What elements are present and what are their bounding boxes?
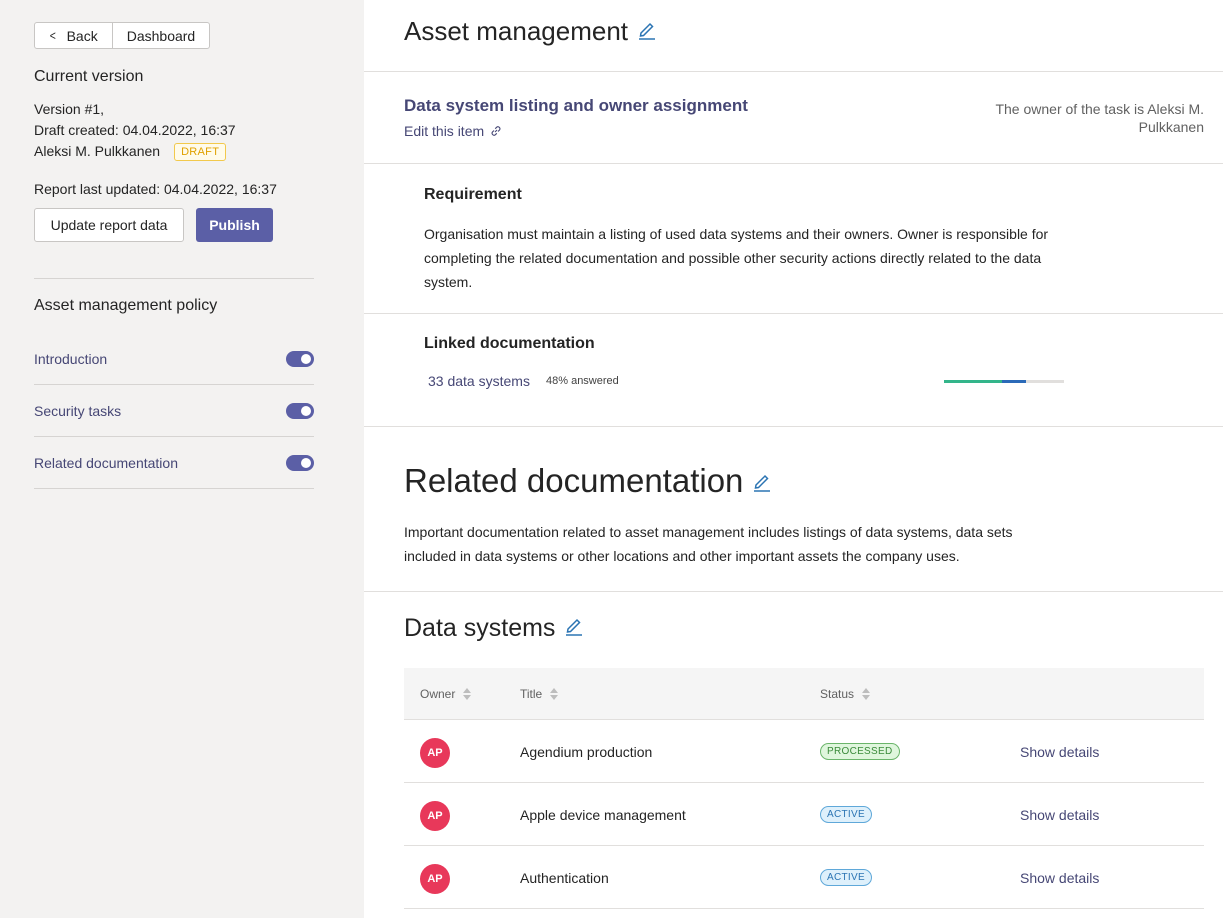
sidebar-divider (34, 278, 314, 279)
progress-answered-segment (944, 380, 1002, 383)
policy-item-security-tasks: Security tasks (34, 385, 314, 437)
show-details-link[interactable]: Show details (1020, 744, 1099, 760)
task-title[interactable]: Data system listing and owner assignment (404, 96, 748, 116)
related-documentation-heading: Related documentation (404, 462, 771, 500)
table-row: AP Authentication ACTIVE Show details (404, 846, 1204, 909)
column-owner-label: Owner (420, 686, 456, 701)
security-tasks-toggle[interactable] (286, 402, 314, 419)
draft-badge: DRAFT (174, 143, 227, 161)
edit-pencil-icon[interactable] (638, 16, 656, 47)
report-updated: Report last updated: 04.04.2022, 16:37 (34, 181, 277, 197)
column-owner[interactable]: Owner (420, 686, 472, 701)
page-title: Asset management (404, 16, 656, 47)
linked-documentation-title: Linked documentation (424, 335, 595, 352)
version-author: Aleksi M. Pulkkanen (34, 143, 161, 159)
related-documentation-text: Important documentation related to asset… (404, 524, 1013, 564)
row-title: Authentication (520, 870, 609, 886)
row-title: Apple device management (520, 807, 686, 823)
toggle-knob (301, 353, 311, 364)
sort-icon (463, 687, 472, 700)
publish-button[interactable]: Publish (196, 208, 273, 242)
divider (364, 163, 1223, 164)
back-button[interactable]: < Back (35, 23, 112, 48)
avatar: AP (420, 864, 450, 894)
current-version-title: Current version (34, 68, 144, 85)
dashboard-button[interactable]: Dashboard (111, 23, 210, 48)
column-title[interactable]: Title (520, 686, 559, 701)
divider (364, 591, 1223, 592)
version-author-row: Aleksi M. Pulkkanen DRAFT (34, 143, 227, 161)
related-documentation-title: Related documentation (404, 462, 744, 499)
progress-secondary-segment (1001, 380, 1026, 383)
column-status-label: Status (820, 686, 855, 701)
policy-title: Asset management policy (34, 297, 218, 314)
policy-item-introduction: Introduction (34, 333, 314, 385)
requirement-title: Requirement (424, 186, 522, 203)
page-title-text: Asset management (404, 16, 629, 46)
edit-pencil-icon[interactable] (753, 462, 771, 500)
policy-item-label[interactable]: Introduction (34, 351, 107, 367)
sort-icon (550, 687, 559, 700)
row-title: Agendium production (520, 744, 653, 760)
policy-item-label[interactable]: Security tasks (34, 403, 121, 419)
answered-percentage: 48% answered (546, 375, 619, 387)
link-icon (490, 125, 502, 137)
table-row: AP Apple device management ACTIVE Show d… (404, 783, 1204, 846)
show-details-link[interactable]: Show details (1020, 870, 1099, 886)
column-status[interactable]: Status (820, 686, 871, 701)
status-badge: ACTIVE (820, 869, 872, 886)
column-title-label: Title (520, 686, 543, 701)
data-systems-heading: Data systems (404, 614, 583, 643)
chevron-left-icon: < (49, 28, 56, 43)
back-label: Back (66, 27, 98, 44)
toggle-knob (301, 405, 311, 416)
status-badge: ACTIVE (820, 806, 872, 823)
requirement-text: Organisation must maintain a listing of … (424, 226, 1049, 290)
edit-item-label: Edit this item (404, 123, 485, 139)
sort-icon (862, 687, 871, 700)
avatar: AP (420, 801, 450, 831)
data-systems-table: Owner Title Status AP Agendium productio… (404, 668, 1204, 909)
answered-progress-bar (944, 380, 1064, 383)
edit-pencil-icon[interactable] (565, 614, 583, 643)
divider (364, 426, 1223, 427)
status-badge: PROCESSED (820, 743, 900, 760)
toggle-knob (301, 457, 311, 468)
update-report-button[interactable]: Update report data (34, 208, 184, 242)
task-owner-note: The owner of the task is Aleksi M. Pulkk… (995, 101, 1204, 135)
data-systems-title: Data systems (404, 614, 556, 642)
related-documentation-toggle[interactable] (286, 454, 314, 471)
nav-button-group: < Back Dashboard (34, 22, 211, 49)
policy-item-label[interactable]: Related documentation (34, 455, 178, 471)
edit-item-link[interactable]: Edit this item (404, 123, 502, 139)
divider (364, 313, 1223, 314)
draft-created: Draft created: 04.04.2022, 16:37 (34, 122, 236, 138)
version-number: Version #1, (34, 101, 105, 117)
sidebar: < Back Dashboard Current version Version… (0, 0, 364, 918)
avatar: AP (420, 738, 450, 768)
table-header: Owner Title Status (404, 668, 1204, 720)
divider (364, 71, 1223, 72)
show-details-link[interactable]: Show details (1020, 807, 1099, 823)
policy-item-related-documentation: Related documentation (34, 437, 314, 489)
table-row: AP Agendium production PROCESSED Show de… (404, 720, 1204, 783)
main-content: Asset management Data system listing and… (364, 0, 1223, 918)
data-systems-link[interactable]: 33 data systems (428, 373, 530, 389)
introduction-toggle[interactable] (286, 350, 314, 367)
